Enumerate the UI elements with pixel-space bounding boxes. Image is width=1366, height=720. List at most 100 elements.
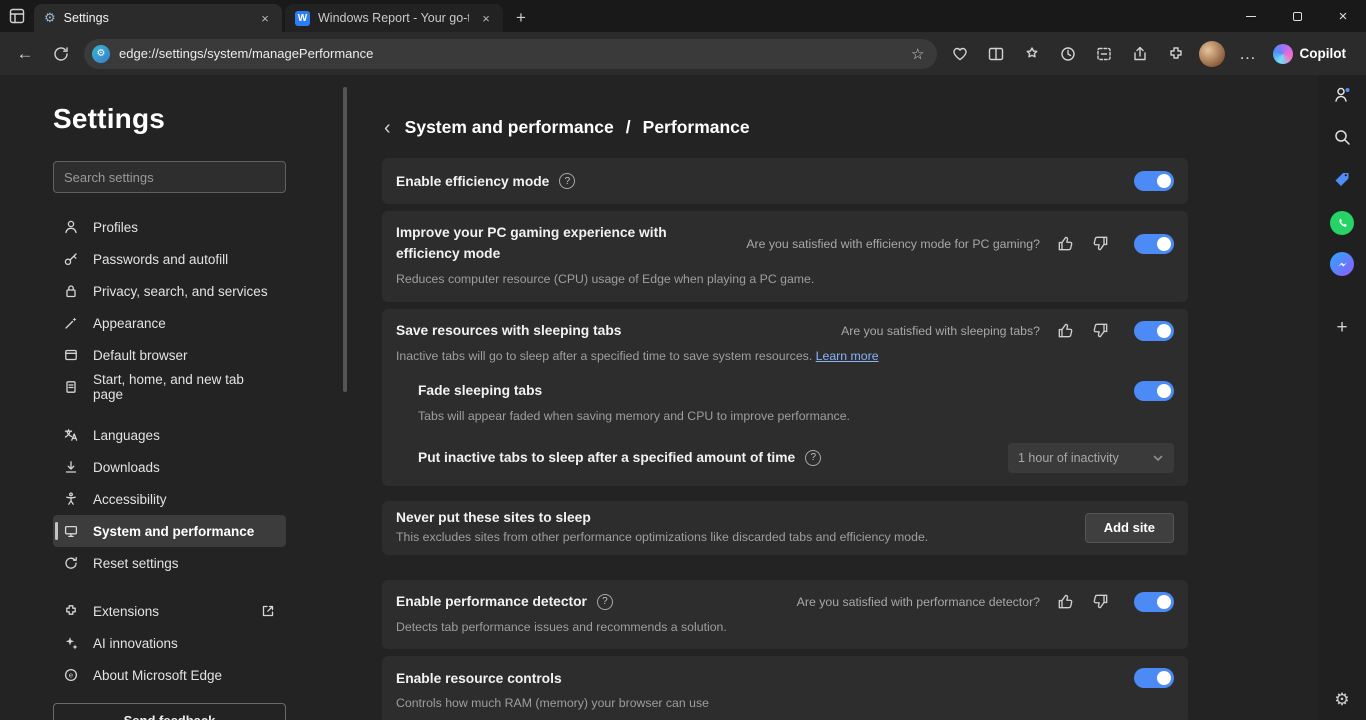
search-button[interactable] [1332,127,1352,152]
nav-divider [53,579,286,595]
tab-settings[interactable]: ⚙ Settings × [34,4,282,32]
browser-window: ⚙ Settings × W Windows Report - Your go-… [0,0,1366,720]
card-sleeping-tabs: Save resources with sleeping tabs Are yo… [382,309,1188,486]
sidebar-item-languages[interactable]: Languages [53,419,286,451]
setting-title: Never put these sites to sleep [396,510,928,525]
browser-essentials-button[interactable] [943,37,977,71]
add-sidebar-item-button[interactable]: + [1336,317,1347,339]
sidebar-item-appearance[interactable]: Appearance [53,307,286,339]
setting-title: Fade sleeping tabs [418,383,542,398]
sidebar-item-downloads[interactable]: Downloads [53,451,286,483]
whatsapp-button[interactable] [1330,211,1354,235]
sleep-timeout-select[interactable]: 1 hour of inactivity [1008,443,1174,473]
maximize-button[interactable] [1274,0,1320,32]
efficiency-mode-toggle[interactable] [1134,171,1174,191]
sidebar-item-system-performance[interactable]: System and performance [53,515,286,547]
lock-icon [63,283,79,299]
card-efficiency-mode: Enable efficiency mode ? [382,158,1188,204]
external-link-icon [260,603,276,619]
scrollbar[interactable] [340,75,350,720]
sidebar-item-label: Accessibility [93,492,167,507]
add-site-button[interactable]: Add site [1085,513,1174,543]
tab-close-icon[interactable]: × [256,9,274,27]
card-pc-gaming: Improve your PC gaming experience with e… [382,211,1188,302]
profile-avatar[interactable] [1199,41,1225,67]
card-never-sleep: Never put these sites to sleep This excl… [382,501,1188,555]
history-button[interactable] [1051,37,1085,71]
messenger-button[interactable] [1330,252,1354,276]
people-icon [1332,85,1352,105]
thumbs-up-icon[interactable] [1056,321,1075,340]
thumbs-down-icon[interactable] [1091,321,1110,340]
sidebar-item-ai-innovations[interactable]: AI innovations [53,627,286,659]
page-icon [63,379,79,395]
search-input[interactable] [53,161,286,193]
help-icon[interactable]: ? [597,594,613,610]
breadcrumb: ‹ System and performance / Performance [382,117,1318,138]
setting-title: Enable performance detector [396,594,587,609]
scrollbar-thumb[interactable] [343,87,347,392]
address-bar[interactable]: ⚙ edge://settings/system/managePerforman… [84,39,937,69]
web-capture-button[interactable] [1087,37,1121,71]
sidebar-item-about[interactable]: e About Microsoft Edge [53,659,286,691]
sidebar-item-label: Passwords and autofill [93,252,228,267]
resource-controls-toggle[interactable] [1134,668,1174,688]
fade-tabs-toggle[interactable] [1134,381,1174,401]
sidebar-item-passwords[interactable]: Passwords and autofill [53,243,286,275]
close-button[interactable]: × [1320,0,1366,32]
performance-detector-toggle[interactable] [1134,592,1174,612]
person-icon [63,219,79,235]
thumbs-down-icon[interactable] [1091,592,1110,611]
share-button[interactable] [1123,37,1157,71]
sidebar-settings-button[interactable]: ⚙ [1334,690,1349,710]
sidebar-item-start-home[interactable]: Start, home, and new tab page [53,371,286,403]
sidebar-item-reset-settings[interactable]: Reset settings [53,547,286,579]
sparkle-icon [63,635,79,651]
help-icon[interactable]: ? [805,450,821,466]
tab-windows-report[interactable]: W Windows Report - Your go-to sou × [285,4,503,32]
minimize-button[interactable] [1228,0,1274,32]
thumbs-down-icon[interactable] [1091,234,1110,253]
share-icon [1131,45,1149,63]
favorites-button[interactable] [1015,37,1049,71]
extensions-button[interactable] [1159,37,1193,71]
split-screen-button[interactable] [979,37,1013,71]
new-tab-button[interactable]: + [507,4,535,32]
send-feedback-button[interactable]: Send feedback [53,703,286,720]
thumbs-up-icon[interactable] [1056,592,1075,611]
sidebar-item-label: About Microsoft Edge [93,668,222,683]
extensions-icon [1167,45,1185,63]
sidebar-item-label: Start, home, and new tab page [93,372,276,402]
settings-favicon-icon: ⚙ [44,10,56,26]
split-screen-icon [987,45,1005,63]
sidebar-item-profiles[interactable]: Profiles [53,211,286,243]
minimize-icon [1246,16,1256,17]
learn-more-link[interactable]: Learn more [816,349,879,363]
copilot-button[interactable]: Copilot [1267,40,1359,68]
sidebar-item-privacy[interactable]: Privacy, search, and services [53,275,286,307]
refresh-button[interactable] [44,37,78,71]
shopping-button[interactable] [1332,169,1352,194]
more-menu-button[interactable]: … [1231,37,1265,71]
sidebar-item-accessibility[interactable]: Accessibility [53,483,286,515]
favorite-star-icon[interactable]: ☆ [907,45,928,63]
setting-description: Controls how much RAM (memory) your brow… [396,695,1174,712]
settings-page: Settings Profiles Passwords and autofill… [0,75,1318,720]
site-info-icon[interactable]: ⚙ [92,45,110,63]
help-icon[interactable]: ? [559,173,575,189]
sidebar-item-extensions[interactable]: Extensions [53,595,286,627]
thumbs-up-icon[interactable] [1056,234,1075,253]
pc-gaming-toggle[interactable] [1134,234,1174,254]
settings-sidebar: Settings Profiles Passwords and autofill… [0,75,340,720]
breadcrumb-parent[interactable]: System and performance [405,117,614,138]
tab-close-icon[interactable]: × [477,9,495,27]
edge-logo-icon: e [63,667,79,683]
sleeping-tabs-toggle[interactable] [1134,321,1174,341]
workspaces-button[interactable] [0,0,34,32]
breadcrumb-back-icon[interactable]: ‹ [382,118,393,138]
sidebar-item-default-browser[interactable]: Default browser [53,339,286,371]
back-button[interactable]: ← [8,37,42,71]
people-button[interactable] [1332,85,1352,110]
tab-title: Windows Report - Your go-to sou [318,11,469,25]
sidebar-item-label: System and performance [93,524,254,539]
